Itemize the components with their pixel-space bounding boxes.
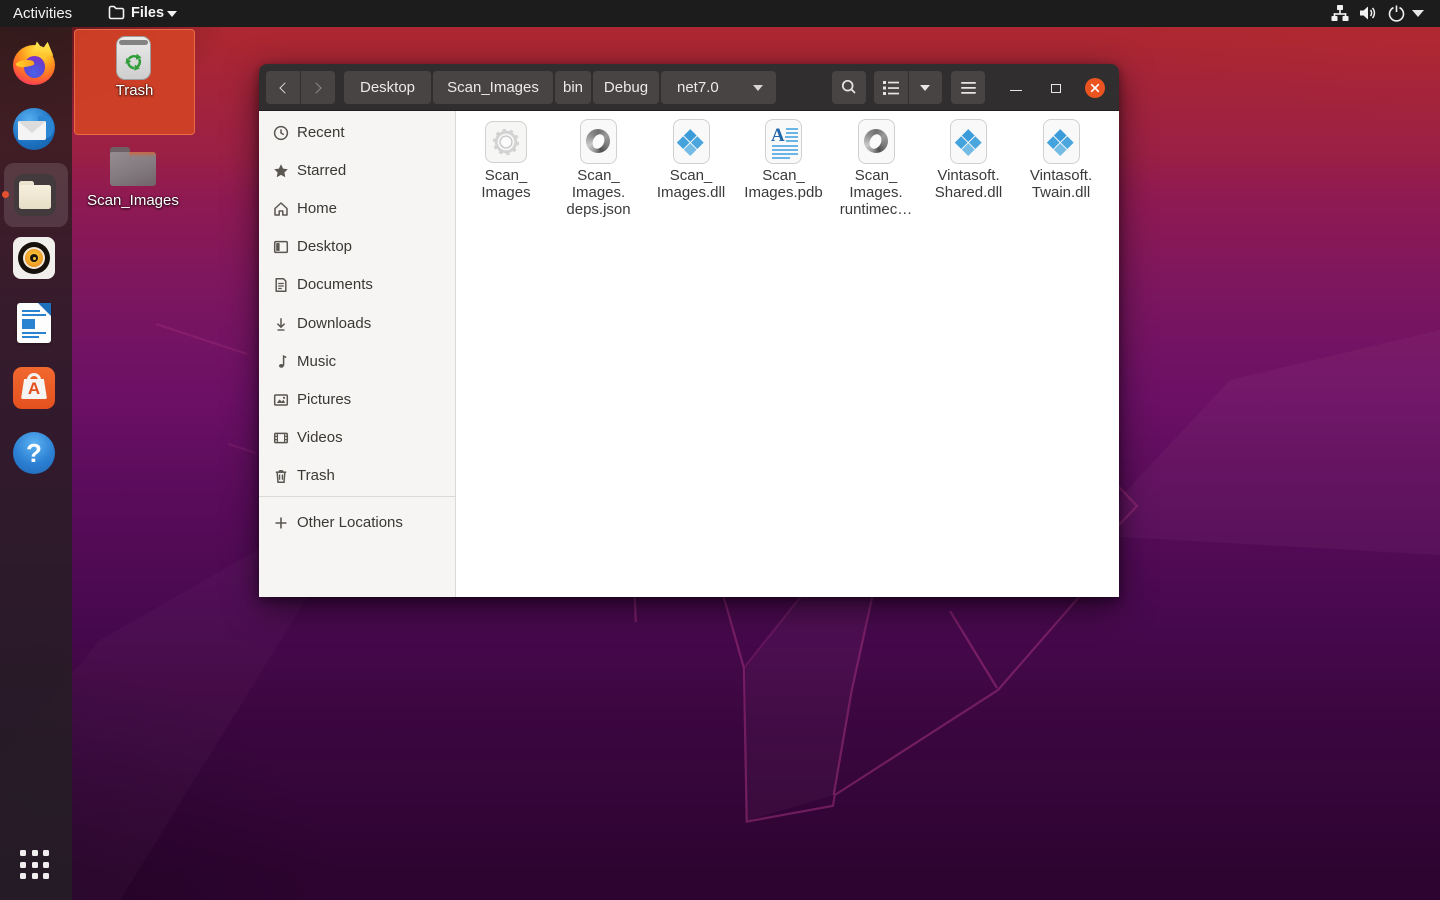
- svg-text:A: A: [771, 125, 785, 146]
